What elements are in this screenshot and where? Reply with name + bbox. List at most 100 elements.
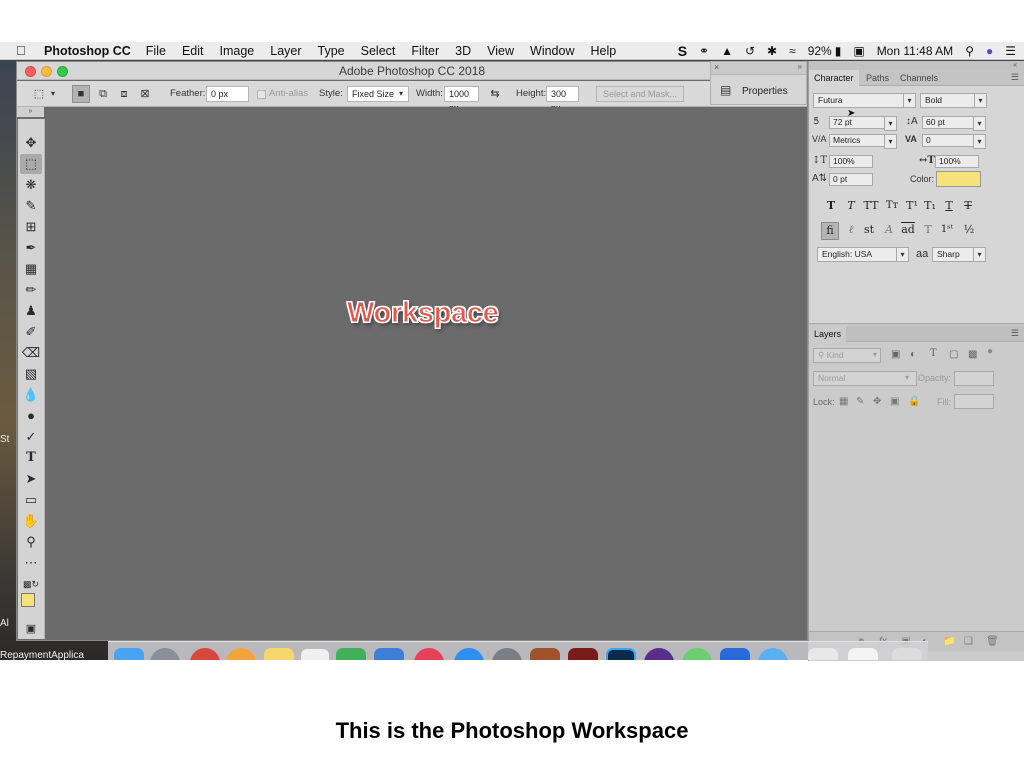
foreground-color-swatch[interactable] <box>21 593 35 607</box>
menu-layer[interactable]: Layer <box>270 44 301 58</box>
bluetooth-icon[interactable]: ✱ <box>767 44 777 58</box>
layer-filter-select[interactable]: ⚲ Kind <box>813 348 881 363</box>
swap-colors-icon[interactable]: ▩↻ <box>20 574 42 594</box>
documents-stack-icon[interactable] <box>848 648 878 660</box>
siri-icon[interactable]: ● <box>986 44 993 58</box>
lock-transparent-icon[interactable]: ▦ <box>839 396 848 407</box>
acrobat-icon[interactable] <box>568 648 598 660</box>
numbers-icon[interactable] <box>336 648 366 660</box>
drive-icon[interactable]: ▲ <box>721 44 733 58</box>
eyedropper-tool-icon[interactable]: ✒ <box>20 238 42 258</box>
chevron-down-icon[interactable]: ▾ <box>884 134 897 149</box>
tracking-input[interactable]: 0 <box>922 134 974 147</box>
window-titlebar[interactable]: Adobe Photoshop CC 2018 <box>17 62 807 80</box>
antialias-checkbox[interactable] <box>257 90 266 99</box>
vertical-scale-input[interactable]: 100% <box>829 155 873 168</box>
font-family-select[interactable]: Futura <box>813 93 906 108</box>
app-store-icon[interactable] <box>454 648 484 660</box>
fractions-button[interactable]: ½ <box>961 222 977 238</box>
baseline-shift-input[interactable]: 0 pt <box>829 173 873 186</box>
clone-stamp-tool-icon[interactable]: ♟ <box>20 301 42 321</box>
history-brush-tool-icon[interactable]: ✐ <box>20 322 42 342</box>
properties-icon[interactable]: ▤ <box>720 83 731 97</box>
s-app-icon[interactable]: S <box>678 43 687 59</box>
menu-3d[interactable]: 3D <box>455 44 471 58</box>
marquee-tool-preset-icon[interactable]: ⬚ <box>30 85 48 103</box>
close-panel-icon[interactable]: × <box>714 62 719 72</box>
language-select[interactable]: English: USA <box>817 247 899 262</box>
notification-center-icon[interactable]: ☰ <box>1005 44 1016 58</box>
menu-filter[interactable]: Filter <box>411 44 439 58</box>
tab-paths[interactable]: Paths <box>861 70 894 86</box>
zoom-window-icon[interactable] <box>57 66 68 77</box>
trash-icon[interactable] <box>892 648 922 660</box>
chevron-down-icon[interactable]: ▾ <box>48 85 58 103</box>
faux-bold-button[interactable]: T <box>823 198 839 214</box>
chrome-icon[interactable] <box>190 648 220 660</box>
small-caps-button[interactable]: Tᴛ <box>883 198 901 214</box>
keynote-icon[interactable] <box>374 648 404 660</box>
superscript-button[interactable]: T¹ <box>904 198 920 214</box>
collapse-panel-icon[interactable]: » <box>798 62 802 71</box>
dictionary-icon[interactable] <box>530 648 560 660</box>
stylistic-alternates-button[interactable]: A <box>881 222 897 238</box>
menu-type[interactable]: Type <box>318 44 345 58</box>
underline-button[interactable]: T <box>941 198 957 214</box>
ordinal-button[interactable]: 1ˢᵗ <box>938 222 956 238</box>
filter-type-icon[interactable]: T <box>930 348 937 359</box>
lasso-tool-icon[interactable]: ❋ <box>20 175 42 195</box>
quick-mask-icon[interactable]: ▣ <box>20 619 42 639</box>
menu-help[interactable]: Help <box>591 44 617 58</box>
menu-clock[interactable]: Mon 11:48 AM <box>877 44 954 58</box>
premiere-icon[interactable] <box>644 648 674 660</box>
delete-layer-icon[interactable]: 🗑 <box>986 636 999 647</box>
faux-italic-button[interactable]: T <box>843 198 859 214</box>
menu-select[interactable]: Select <box>361 44 396 58</box>
new-selection-icon[interactable]: ■ <box>72 85 90 103</box>
collapse-dock-icon[interactable]: « <box>809 61 1024 70</box>
path-selection-tool-icon[interactable]: ➤ <box>20 469 42 489</box>
menu-edit[interactable]: Edit <box>182 44 204 58</box>
opacity-input[interactable] <box>954 371 994 386</box>
battery-percent[interactable]: 92% <box>808 44 832 58</box>
menu-window[interactable]: Window <box>530 44 574 58</box>
chevron-down-icon[interactable]: ▾ <box>896 247 909 262</box>
select-and-mask-button[interactable]: Select and Mask... <box>596 86 684 102</box>
kerning-select[interactable]: Metrics <box>829 134 885 147</box>
menu-view[interactable]: View <box>487 44 514 58</box>
lock-position-icon[interactable]: ✥ <box>873 396 881 407</box>
wifi-icon[interactable]: ≈ <box>789 44 796 58</box>
canvas-area[interactable]: Workspace <box>46 107 807 640</box>
filter-smart-object-icon[interactable]: ▩ <box>968 349 977 360</box>
itunes-icon[interactable] <box>414 648 444 660</box>
lock-artboard-icon[interactable]: ▣ <box>890 396 899 407</box>
menu-file[interactable]: File <box>146 44 166 58</box>
blend-mode-select[interactable]: Normal <box>813 371 917 386</box>
titling-button[interactable]: ad <box>900 222 916 238</box>
tab-channels[interactable]: Channels <box>895 70 943 86</box>
all-caps-button[interactable]: TT <box>861 198 881 214</box>
font-size-input[interactable]: 72 pt <box>829 116 885 129</box>
display-icon[interactable]: ▣ <box>853 44 864 58</box>
chevron-down-icon[interactable]: ▾ <box>973 116 986 131</box>
panel-menu-icon[interactable]: ☰ <box>1011 72 1019 83</box>
textedit-icon[interactable] <box>300 648 330 660</box>
spotlight-search-icon[interactable]: ⚲ <box>965 44 974 58</box>
chevron-down-icon[interactable]: ▾ <box>884 116 897 131</box>
chevron-down-icon[interactable]: ▾ <box>973 247 986 262</box>
tab-character[interactable]: Character <box>809 70 859 86</box>
photoshop-icon[interactable] <box>606 648 636 660</box>
fill-input[interactable] <box>954 394 994 409</box>
eraser-tool-icon[interactable]: ⌫ <box>20 343 42 363</box>
crop-tool-icon[interactable]: ⊞ <box>20 217 42 237</box>
more-tools-icon[interactable]: ⋯ <box>20 553 42 573</box>
filter-adjustment-icon[interactable]: ◐ <box>910 349 916 360</box>
chevron-down-icon[interactable]: ▾ <box>903 93 916 108</box>
chevron-down-icon[interactable]: ▾ <box>973 134 986 149</box>
menu-app-name[interactable]: Photoshop CC <box>44 44 131 58</box>
height-input[interactable]: 300 px <box>546 86 579 113</box>
canvas-type-layer[interactable]: Workspace <box>347 297 500 330</box>
rectangle-tool-icon[interactable]: ▭ <box>20 490 42 510</box>
ordinals-button[interactable]: T <box>920 222 936 238</box>
launchpad-icon[interactable] <box>150 648 180 660</box>
